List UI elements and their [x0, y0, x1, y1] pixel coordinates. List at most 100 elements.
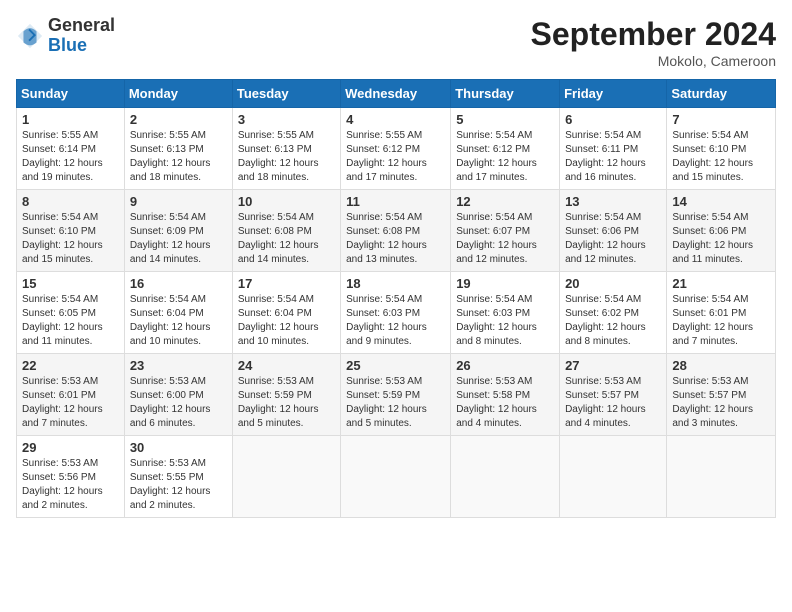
calendar-cell: 4 Sunrise: 5:55 AMSunset: 6:12 PMDayligh… [341, 108, 451, 190]
calendar-cell: 27 Sunrise: 5:53 AMSunset: 5:57 PMDaylig… [560, 354, 667, 436]
calendar-cell: 12 Sunrise: 5:54 AMSunset: 6:07 PMDaylig… [451, 190, 560, 272]
calendar-week-row: 8 Sunrise: 5:54 AMSunset: 6:10 PMDayligh… [17, 190, 776, 272]
calendar-cell: 18 Sunrise: 5:54 AMSunset: 6:03 PMDaylig… [341, 272, 451, 354]
logo-text: General Blue [48, 16, 115, 56]
calendar-cell: 14 Sunrise: 5:54 AMSunset: 6:06 PMDaylig… [667, 190, 776, 272]
calendar-cell: 29 Sunrise: 5:53 AMSunset: 5:56 PMDaylig… [17, 436, 125, 518]
day-number: 23 [130, 358, 227, 373]
day-info: Sunrise: 5:53 AMSunset: 6:00 PMDaylight:… [130, 375, 227, 431]
day-number: 10 [238, 194, 335, 209]
day-number: 21 [672, 276, 770, 291]
calendar-cell: 16 Sunrise: 5:54 AMSunset: 6:04 PMDaylig… [124, 272, 232, 354]
calendar-cell: 28 Sunrise: 5:53 AMSunset: 5:57 PMDaylig… [667, 354, 776, 436]
day-number: 25 [346, 358, 445, 373]
day-info: Sunrise: 5:53 AMSunset: 5:57 PMDaylight:… [672, 375, 770, 431]
month-title: September 2024 [531, 16, 776, 53]
calendar-cell: 20 Sunrise: 5:54 AMSunset: 6:02 PMDaylig… [560, 272, 667, 354]
day-number: 27 [565, 358, 661, 373]
day-info: Sunrise: 5:54 AMSunset: 6:06 PMDaylight:… [672, 211, 770, 267]
calendar-cell [667, 436, 776, 518]
calendar-table: SundayMondayTuesdayWednesdayThursdayFrid… [16, 79, 776, 518]
weekday-header-sunday: Sunday [17, 80, 125, 108]
calendar-cell: 8 Sunrise: 5:54 AMSunset: 6:10 PMDayligh… [17, 190, 125, 272]
weekday-header-tuesday: Tuesday [232, 80, 340, 108]
day-number: 15 [22, 276, 119, 291]
calendar-cell: 7 Sunrise: 5:54 AMSunset: 6:10 PMDayligh… [667, 108, 776, 190]
day-info: Sunrise: 5:54 AMSunset: 6:08 PMDaylight:… [346, 211, 445, 267]
logo: General Blue [16, 16, 115, 56]
day-number: 14 [672, 194, 770, 209]
day-number: 18 [346, 276, 445, 291]
day-info: Sunrise: 5:54 AMSunset: 6:11 PMDaylight:… [565, 129, 661, 185]
calendar-week-row: 15 Sunrise: 5:54 AMSunset: 6:05 PMDaylig… [17, 272, 776, 354]
calendar-cell: 3 Sunrise: 5:55 AMSunset: 6:13 PMDayligh… [232, 108, 340, 190]
day-info: Sunrise: 5:53 AMSunset: 5:59 PMDaylight:… [238, 375, 335, 431]
page-header: General Blue September 2024 Mokolo, Came… [16, 16, 776, 69]
day-info: Sunrise: 5:53 AMSunset: 5:58 PMDaylight:… [456, 375, 554, 431]
day-number: 24 [238, 358, 335, 373]
calendar-cell [560, 436, 667, 518]
calendar-cell [451, 436, 560, 518]
calendar-cell: 10 Sunrise: 5:54 AMSunset: 6:08 PMDaylig… [232, 190, 340, 272]
day-number: 8 [22, 194, 119, 209]
weekday-header-thursday: Thursday [451, 80, 560, 108]
day-info: Sunrise: 5:54 AMSunset: 6:03 PMDaylight:… [346, 293, 445, 349]
day-number: 4 [346, 112, 445, 127]
day-number: 13 [565, 194, 661, 209]
weekday-header-friday: Friday [560, 80, 667, 108]
day-info: Sunrise: 5:54 AMSunset: 6:03 PMDaylight:… [456, 293, 554, 349]
day-info: Sunrise: 5:53 AMSunset: 5:55 PMDaylight:… [130, 457, 227, 513]
day-info: Sunrise: 5:54 AMSunset: 6:12 PMDaylight:… [456, 129, 554, 185]
calendar-week-row: 1 Sunrise: 5:55 AMSunset: 6:14 PMDayligh… [17, 108, 776, 190]
day-info: Sunrise: 5:53 AMSunset: 6:01 PMDaylight:… [22, 375, 119, 431]
day-info: Sunrise: 5:53 AMSunset: 5:56 PMDaylight:… [22, 457, 119, 513]
calendar-week-row: 22 Sunrise: 5:53 AMSunset: 6:01 PMDaylig… [17, 354, 776, 436]
day-number: 28 [672, 358, 770, 373]
day-info: Sunrise: 5:54 AMSunset: 6:07 PMDaylight:… [456, 211, 554, 267]
logo-icon [16, 22, 44, 50]
day-number: 16 [130, 276, 227, 291]
day-info: Sunrise: 5:54 AMSunset: 6:08 PMDaylight:… [238, 211, 335, 267]
day-info: Sunrise: 5:55 AMSunset: 6:14 PMDaylight:… [22, 129, 119, 185]
calendar-cell: 9 Sunrise: 5:54 AMSunset: 6:09 PMDayligh… [124, 190, 232, 272]
logo-general: General [48, 15, 115, 35]
weekday-header-saturday: Saturday [667, 80, 776, 108]
day-info: Sunrise: 5:54 AMSunset: 6:10 PMDaylight:… [672, 129, 770, 185]
calendar-cell: 22 Sunrise: 5:53 AMSunset: 6:01 PMDaylig… [17, 354, 125, 436]
day-number: 11 [346, 194, 445, 209]
weekday-header-row: SundayMondayTuesdayWednesdayThursdayFrid… [17, 80, 776, 108]
day-number: 9 [130, 194, 227, 209]
day-info: Sunrise: 5:53 AMSunset: 5:59 PMDaylight:… [346, 375, 445, 431]
day-info: Sunrise: 5:54 AMSunset: 6:04 PMDaylight:… [130, 293, 227, 349]
location: Mokolo, Cameroon [531, 53, 776, 69]
day-info: Sunrise: 5:53 AMSunset: 5:57 PMDaylight:… [565, 375, 661, 431]
calendar-week-row: 29 Sunrise: 5:53 AMSunset: 5:56 PMDaylig… [17, 436, 776, 518]
day-number: 17 [238, 276, 335, 291]
weekday-header-wednesday: Wednesday [341, 80, 451, 108]
day-number: 29 [22, 440, 119, 455]
day-number: 1 [22, 112, 119, 127]
day-info: Sunrise: 5:54 AMSunset: 6:10 PMDaylight:… [22, 211, 119, 267]
day-number: 12 [456, 194, 554, 209]
day-number: 7 [672, 112, 770, 127]
day-number: 3 [238, 112, 335, 127]
calendar-cell: 30 Sunrise: 5:53 AMSunset: 5:55 PMDaylig… [124, 436, 232, 518]
calendar-cell: 2 Sunrise: 5:55 AMSunset: 6:13 PMDayligh… [124, 108, 232, 190]
day-number: 2 [130, 112, 227, 127]
logo-blue: Blue [48, 35, 87, 55]
day-number: 22 [22, 358, 119, 373]
calendar-cell: 15 Sunrise: 5:54 AMSunset: 6:05 PMDaylig… [17, 272, 125, 354]
day-info: Sunrise: 5:55 AMSunset: 6:13 PMDaylight:… [238, 129, 335, 185]
day-number: 19 [456, 276, 554, 291]
day-info: Sunrise: 5:54 AMSunset: 6:05 PMDaylight:… [22, 293, 119, 349]
day-info: Sunrise: 5:54 AMSunset: 6:06 PMDaylight:… [565, 211, 661, 267]
day-info: Sunrise: 5:54 AMSunset: 6:09 PMDaylight:… [130, 211, 227, 267]
day-number: 5 [456, 112, 554, 127]
calendar-cell: 1 Sunrise: 5:55 AMSunset: 6:14 PMDayligh… [17, 108, 125, 190]
title-area: September 2024 Mokolo, Cameroon [531, 16, 776, 69]
calendar-cell: 26 Sunrise: 5:53 AMSunset: 5:58 PMDaylig… [451, 354, 560, 436]
calendar-cell: 23 Sunrise: 5:53 AMSunset: 6:00 PMDaylig… [124, 354, 232, 436]
day-info: Sunrise: 5:54 AMSunset: 6:02 PMDaylight:… [565, 293, 661, 349]
calendar-cell: 19 Sunrise: 5:54 AMSunset: 6:03 PMDaylig… [451, 272, 560, 354]
day-info: Sunrise: 5:55 AMSunset: 6:12 PMDaylight:… [346, 129, 445, 185]
